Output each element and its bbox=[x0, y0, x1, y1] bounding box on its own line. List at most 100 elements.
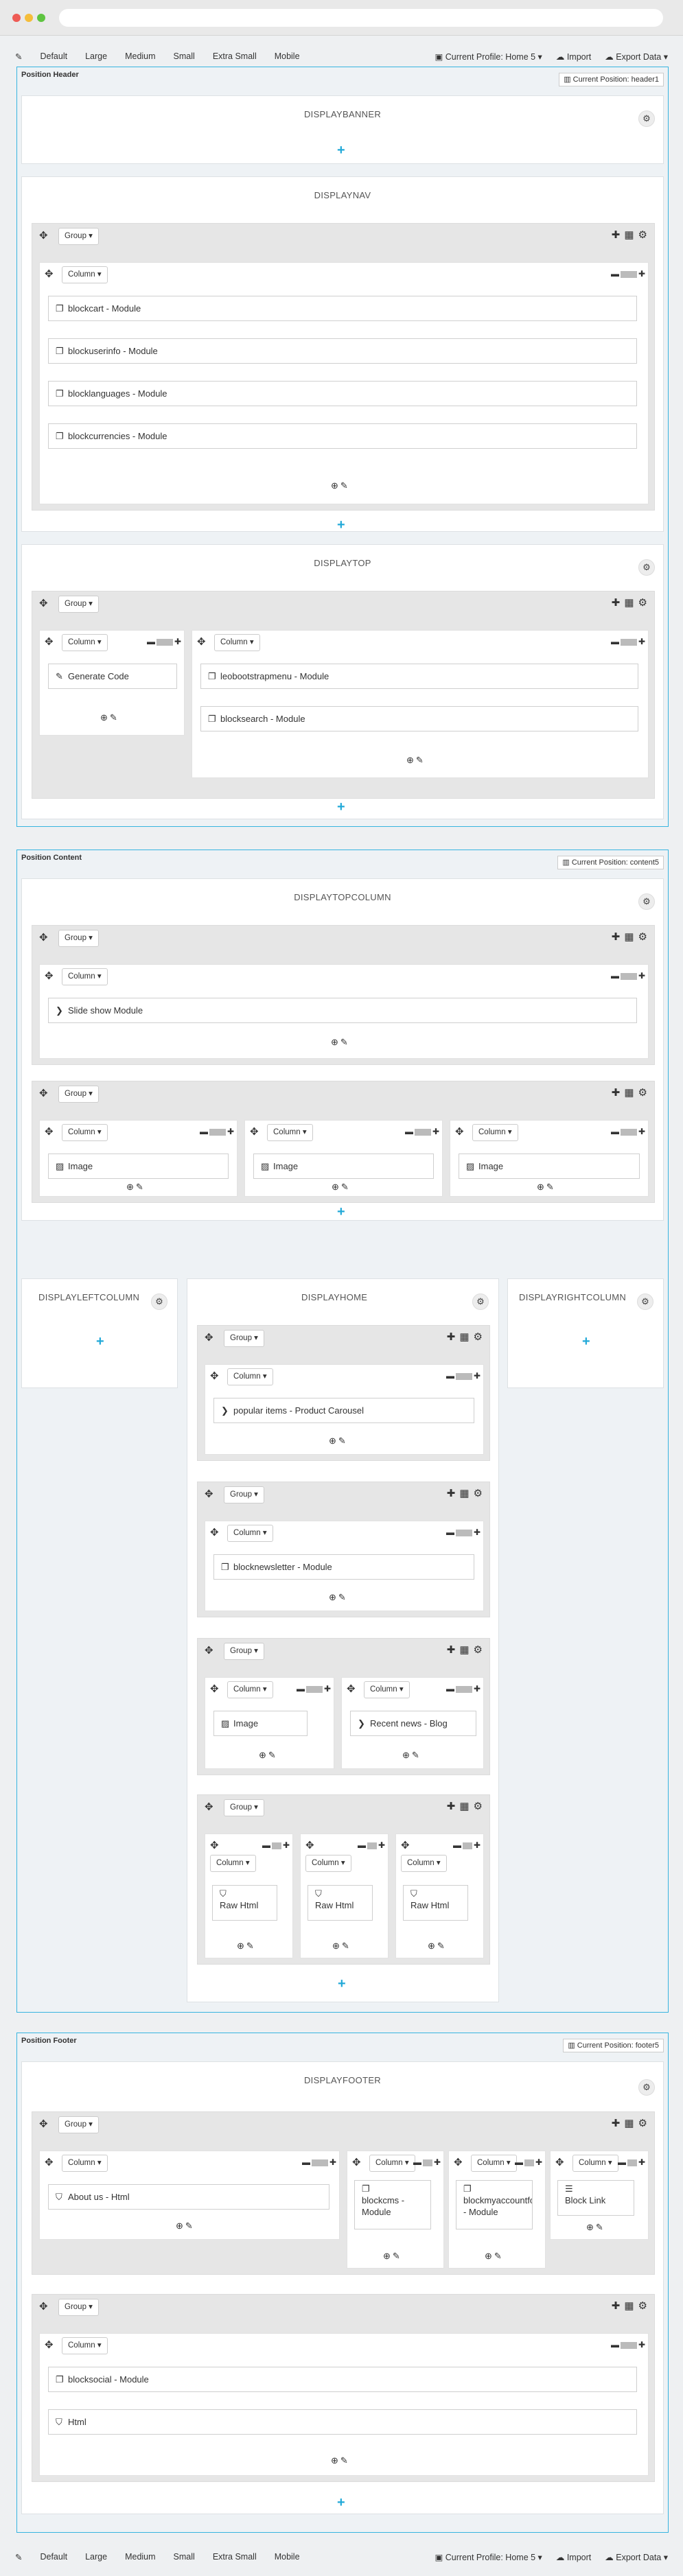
plus-icon[interactable]: ✚ bbox=[324, 1684, 331, 1694]
profile-dropdown[interactable]: ▣ Current Profile: Home 5 ▾ bbox=[435, 2552, 542, 2562]
column-dropdown[interactable]: Column bbox=[210, 1855, 256, 1872]
column-dropdown[interactable]: Column bbox=[227, 1368, 273, 1385]
add-group-plus-icon[interactable]: + bbox=[337, 1205, 345, 1219]
close-dot[interactable] bbox=[12, 14, 21, 22]
minus-icon[interactable]: ▬ bbox=[611, 2340, 619, 2350]
move-handle-icon[interactable]: ✥ bbox=[210, 1684, 219, 1695]
plus-icon[interactable]: ✚ bbox=[474, 1371, 481, 1381]
move-handle-icon[interactable]: ✥ bbox=[45, 269, 54, 280]
gear-icon[interactable]: ⚙ bbox=[472, 1293, 489, 1310]
column-dropdown[interactable]: Column bbox=[305, 1855, 351, 1872]
add-module-icon[interactable]: ⊕✎ bbox=[485, 2251, 504, 2261]
add-module-icon[interactable]: ⊕✎ bbox=[402, 1750, 421, 1760]
column-dropdown[interactable]: Column bbox=[62, 266, 108, 283]
import-button[interactable]: ☁ Import bbox=[556, 2552, 591, 2562]
gear-icon[interactable]: ⚙ bbox=[638, 893, 655, 910]
add-column-icon[interactable]: ✚ bbox=[447, 1801, 460, 1812]
export-button[interactable]: ☁ Export Data ▾ bbox=[605, 51, 668, 62]
module-item[interactable]: ⛉ Raw Html bbox=[403, 1885, 468, 1921]
module-item[interactable]: ⛉ About us - Html bbox=[48, 2184, 329, 2210]
minus-icon[interactable]: ▬ bbox=[515, 2157, 523, 2167]
gear-icon[interactable]: ⚙ bbox=[638, 229, 651, 241]
column-dropdown[interactable]: Column bbox=[472, 1124, 518, 1141]
minus-icon[interactable]: ▬ bbox=[618, 2157, 626, 2167]
minus-icon[interactable]: ▬ bbox=[446, 1527, 454, 1537]
width-bar[interactable] bbox=[524, 2159, 534, 2166]
plus-icon[interactable]: ✚ bbox=[638, 2157, 645, 2167]
add-module-icon[interactable]: ⊕✎ bbox=[332, 1182, 351, 1192]
add-group-plus-icon[interactable]: + bbox=[96, 1335, 104, 1348]
move-handle-icon[interactable]: ✥ bbox=[45, 971, 54, 982]
gear-icon[interactable]: ⚙ bbox=[638, 2300, 651, 2312]
module-item[interactable]: ✎ Generate Code bbox=[48, 664, 177, 689]
gear-icon[interactable]: ⚙ bbox=[151, 1293, 167, 1310]
add-group-plus-icon[interactable]: + bbox=[582, 1335, 590, 1348]
module-item[interactable]: ☰ Block Link bbox=[557, 2180, 634, 2216]
column-dropdown[interactable]: Column bbox=[62, 634, 108, 651]
plus-icon[interactable]: ✚ bbox=[638, 971, 645, 981]
add-column-icon[interactable]: ✚ bbox=[447, 1644, 460, 1656]
gear-icon[interactable]: ⚙ bbox=[637, 1293, 653, 1310]
width-bar[interactable] bbox=[414, 1128, 431, 1136]
group-dropdown[interactable]: Group bbox=[224, 1799, 264, 1816]
plus-icon[interactable]: ✚ bbox=[474, 1684, 481, 1694]
width-bar[interactable] bbox=[620, 2341, 637, 2349]
move-handle-icon[interactable]: ✥ bbox=[205, 1489, 213, 1500]
add-group-plus-icon[interactable]: + bbox=[337, 800, 345, 814]
move-handle-icon[interactable]: ✥ bbox=[305, 1840, 314, 1851]
profile-dropdown[interactable]: ▣ Current Profile: Home 5 ▾ bbox=[435, 51, 542, 62]
gear-icon[interactable]: ⚙ bbox=[474, 1488, 487, 1499]
add-column-icon[interactable]: ✚ bbox=[612, 1087, 625, 1099]
gear-icon[interactable]: ⚙ bbox=[474, 1644, 487, 1656]
width-bar[interactable] bbox=[422, 2159, 432, 2166]
move-handle-icon[interactable]: ✥ bbox=[39, 2302, 48, 2312]
plus-icon[interactable]: ✚ bbox=[432, 1127, 439, 1136]
add-column-icon[interactable]: ✚ bbox=[612, 931, 625, 943]
move-handle-icon[interactable]: ✥ bbox=[45, 2157, 54, 2168]
group-dropdown[interactable]: Group bbox=[58, 1086, 99, 1103]
module-item[interactable]: ❯ Recent news - Blog bbox=[350, 1711, 476, 1736]
grid-icon[interactable]: ▦ bbox=[459, 1488, 473, 1499]
minus-icon[interactable]: ▬ bbox=[413, 2157, 421, 2167]
grid-icon[interactable]: ▦ bbox=[624, 2118, 638, 2129]
width-bar[interactable] bbox=[367, 1842, 377, 1849]
move-handle-icon[interactable]: ✥ bbox=[347, 1684, 356, 1695]
add-module-icon[interactable]: ⊕✎ bbox=[406, 756, 426, 765]
module-item[interactable]: ⛉ Raw Html bbox=[212, 1885, 277, 1921]
group-dropdown[interactable]: Group bbox=[58, 596, 99, 613]
width-bar[interactable] bbox=[455, 1685, 472, 1693]
module-item[interactable]: ❐ blocknewsletter - Module bbox=[213, 1554, 474, 1580]
minus-icon[interactable]: ▬ bbox=[453, 1840, 461, 1850]
module-item[interactable]: ▨ Image bbox=[253, 1154, 434, 1179]
add-module-icon[interactable]: ⊕✎ bbox=[331, 2456, 350, 2466]
gear-icon[interactable]: ⚙ bbox=[638, 2079, 655, 2096]
module-item[interactable]: ❐ blockcart - Module bbox=[48, 296, 637, 321]
group-dropdown[interactable]: Group bbox=[224, 1330, 264, 1347]
plus-icon[interactable]: ✚ bbox=[535, 2157, 542, 2167]
add-module-icon[interactable]: ⊕✎ bbox=[259, 1750, 278, 1760]
maximize-dot[interactable] bbox=[37, 14, 45, 22]
move-handle-icon[interactable]: ✥ bbox=[39, 2119, 48, 2130]
plus-icon[interactable]: ✚ bbox=[638, 2340, 645, 2350]
move-handle-icon[interactable]: ✥ bbox=[197, 637, 206, 648]
size-small[interactable]: Small bbox=[174, 2552, 195, 2562]
plus-icon[interactable]: ✚ bbox=[638, 1127, 645, 1136]
move-handle-icon[interactable]: ✥ bbox=[555, 2157, 564, 2168]
grid-icon[interactable]: ▦ bbox=[459, 1331, 473, 1343]
width-bar[interactable] bbox=[462, 1842, 472, 1849]
width-bar[interactable] bbox=[620, 972, 637, 980]
column-dropdown[interactable]: Column bbox=[364, 1681, 410, 1698]
move-handle-icon[interactable]: ✥ bbox=[210, 1371, 219, 1382]
add-module-icon[interactable]: ⊕✎ bbox=[329, 1593, 348, 1602]
module-item[interactable]: ⛉ Html bbox=[48, 2409, 637, 2435]
plus-icon[interactable]: ✚ bbox=[638, 637, 645, 646]
column-dropdown[interactable]: Column bbox=[62, 2155, 108, 2172]
add-group-plus-icon[interactable]: + bbox=[338, 1977, 346, 1991]
add-column-icon[interactable]: ✚ bbox=[612, 2118, 625, 2129]
grid-icon[interactable]: ▦ bbox=[459, 1644, 473, 1656]
column-dropdown[interactable]: Column bbox=[572, 2155, 618, 2172]
move-handle-icon[interactable]: ✥ bbox=[39, 933, 48, 944]
module-item[interactable]: ❯ Slide show Module bbox=[48, 998, 637, 1023]
gear-icon[interactable]: ⚙ bbox=[474, 1801, 487, 1812]
add-group-plus-icon[interactable]: + bbox=[337, 2496, 345, 2509]
